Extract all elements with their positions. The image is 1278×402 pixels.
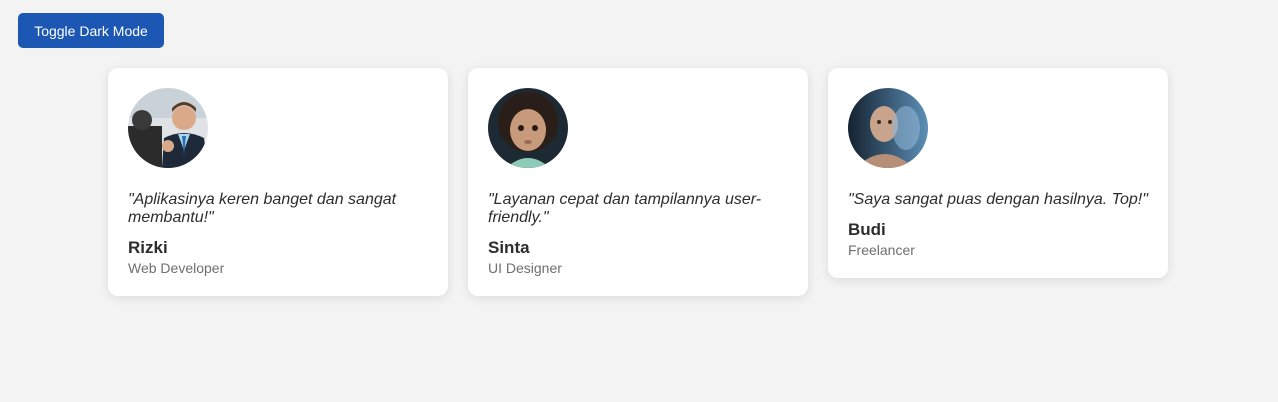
testimonial-role: UI Designer bbox=[488, 260, 562, 276]
avatar bbox=[848, 88, 928, 168]
testimonial-role: Web Developer bbox=[128, 260, 225, 276]
testimonial-card-rizki: "Aplikasinya keren banget dan sangat mem… bbox=[108, 68, 448, 296]
avatar bbox=[488, 88, 568, 168]
testimonial-card-budi: "Saya sangat puas dengan hasilnya. Top!"… bbox=[828, 68, 1168, 278]
person-photo-icon bbox=[848, 88, 928, 168]
testimonial-quote: "Layanan cepat dan tampilannya user-frie… bbox=[488, 191, 762, 226]
testimonial-name: Budi bbox=[848, 220, 886, 239]
testimonial-quote: "Aplikasinya keren banget dan sangat mem… bbox=[128, 191, 397, 226]
testimonial-name: Sinta bbox=[488, 238, 530, 257]
avatar bbox=[128, 88, 208, 168]
toggle-dark-mode-button[interactable]: Toggle Dark Mode bbox=[18, 13, 164, 48]
testimonial-list: "Aplikasinya keren banget dan sangat mem… bbox=[108, 68, 1168, 296]
person-photo-icon bbox=[128, 88, 208, 168]
testimonial-role: Freelancer bbox=[848, 242, 915, 258]
testimonial-card-sinta: "Layanan cepat dan tampilannya user-frie… bbox=[468, 68, 808, 296]
person-photo-icon bbox=[488, 88, 568, 168]
testimonial-quote: "Saya sangat puas dengan hasilnya. Top!" bbox=[848, 191, 1148, 208]
testimonial-name: Rizki bbox=[128, 238, 168, 257]
